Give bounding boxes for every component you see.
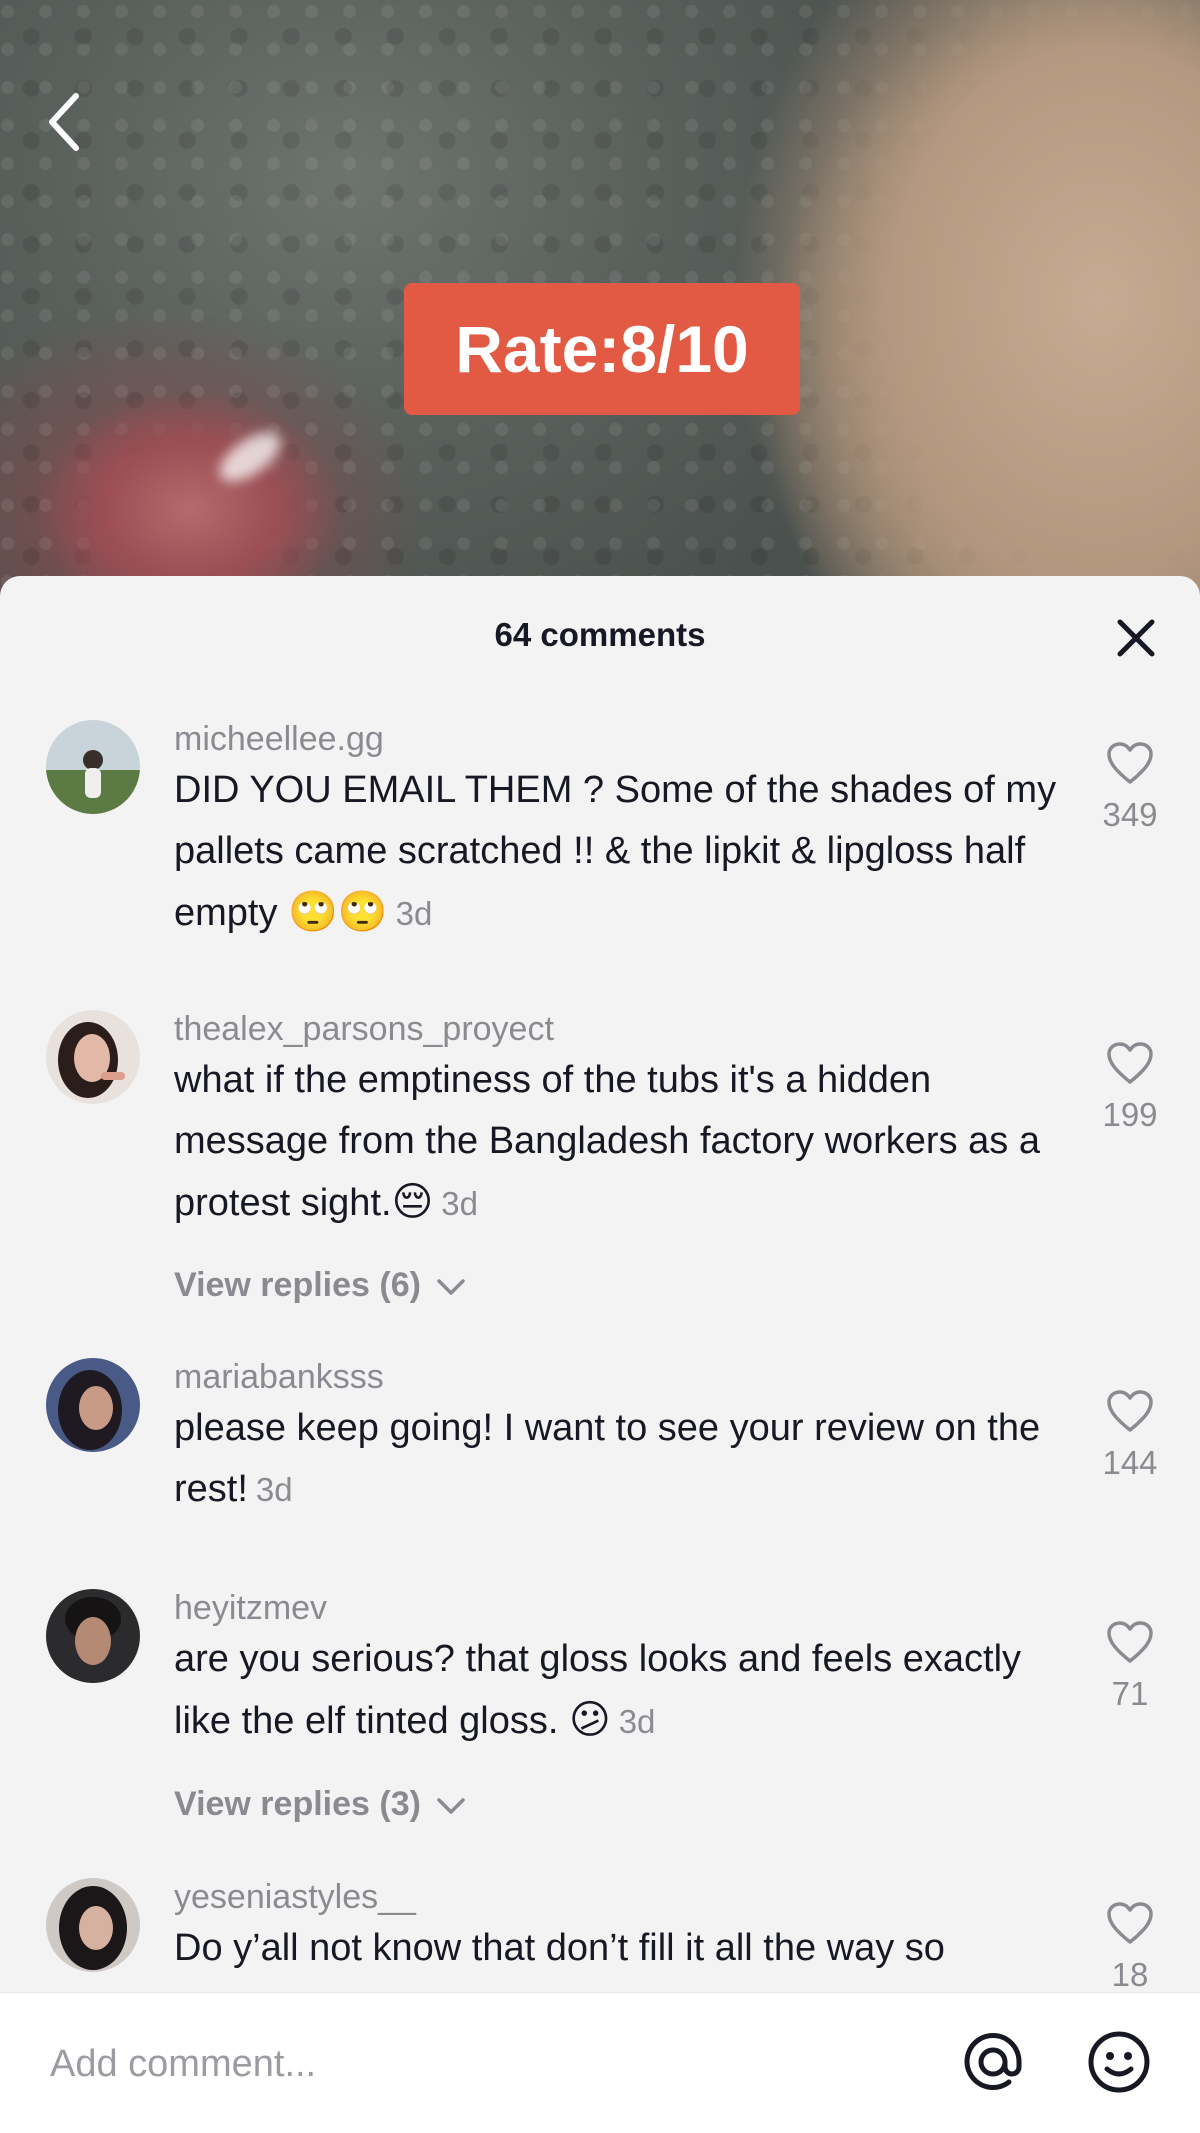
comment-text: please keep going! I want to see your re… [174,1398,1074,1520]
rate-badge: Rate:8/10 [404,283,800,415]
comment-text: Do y’all not know that don’t fill it all… [174,1918,1074,1979]
comment-emoji: 😔 [391,1179,434,1225]
comment-time: 3d [255,1471,293,1508]
video-lip-area [0,390,370,600]
comment-body: Do y’all not know that don’t fill it all… [174,1927,945,1969]
like-button[interactable]: 18 [1090,1900,1170,1994]
close-button[interactable] [1114,616,1158,660]
back-button[interactable] [40,90,92,154]
comment-input-bar [0,1992,1200,2133]
like-button[interactable]: 349 [1090,740,1170,834]
like-count: 199 [1102,1096,1158,1133]
heart-outline-icon [1107,1621,1153,1663]
comment-body: please keep going! I want to see your re… [174,1407,1041,1510]
like-count: 144 [1102,1444,1158,1481]
comment-emoji: 😕 [569,1697,611,1743]
view-replies-button[interactable]: View replies (3) [174,1785,466,1824]
like-button[interactable]: 71 [1090,1619,1170,1713]
emoji-button[interactable] [1086,2029,1152,2095]
avatar[interactable] [46,1010,140,1104]
comment-username[interactable]: micheellee.gg [174,720,384,759]
view-replies-label: View replies (3) [174,1785,421,1823]
comment-username[interactable]: yeseniastyles__ [174,1878,416,1917]
close-icon [1117,619,1155,657]
like-button[interactable]: 199 [1090,1040,1170,1134]
avatar[interactable] [46,720,140,814]
comment-text: what if the emptiness of the tubs it's a… [174,1050,1074,1234]
comments-count-title: 64 comments [494,616,706,653]
smiley-icon [1088,2031,1150,2093]
comments-sheet: 64 comments micheellee.gg DID YOU EMAIL … [0,576,1200,2133]
heart-outline-icon [1107,742,1153,784]
comment-time: 3d [395,895,433,932]
like-button[interactable]: 144 [1090,1388,1170,1482]
sheet-header: 64 comments [0,576,1200,690]
comment-time: 3d [618,1703,656,1740]
heart-outline-icon [1107,1902,1153,1944]
add-comment-input[interactable] [50,2029,910,2099]
comment-text: are you serious? that gloss looks and fe… [174,1629,1074,1752]
comment-time: 3d [441,1185,478,1222]
like-count: 349 [1102,796,1158,833]
chevron-down-icon [437,1279,466,1295]
like-count: 18 [1111,1956,1149,1993]
comment-username[interactable]: mariabanksss [174,1358,384,1397]
at-sign-icon [964,2033,1022,2090]
avatar[interactable] [46,1358,140,1452]
mention-button[interactable] [960,2029,1026,2095]
heart-outline-icon [1107,1042,1153,1084]
comment-username[interactable]: heyitzmev [174,1589,327,1628]
comment-emoji: 🙄🙄 [288,889,388,935]
view-replies-button[interactable]: View replies (6) [174,1266,466,1305]
comment-username[interactable]: thealex_parsons_proyect [174,1010,554,1049]
view-replies-label: View replies (6) [174,1266,421,1304]
avatar[interactable] [46,1878,140,1972]
like-count: 71 [1111,1675,1149,1712]
chevron-down-icon [437,1798,466,1814]
avatar[interactable] [46,1589,140,1683]
heart-outline-icon [1107,1390,1153,1432]
comment-text: DID YOU EMAIL THEM ? Some of the shades … [174,760,1074,944]
comment-body: what if the emptiness of the tubs it's a… [174,1059,1040,1224]
chevron-left-icon [49,93,79,151]
